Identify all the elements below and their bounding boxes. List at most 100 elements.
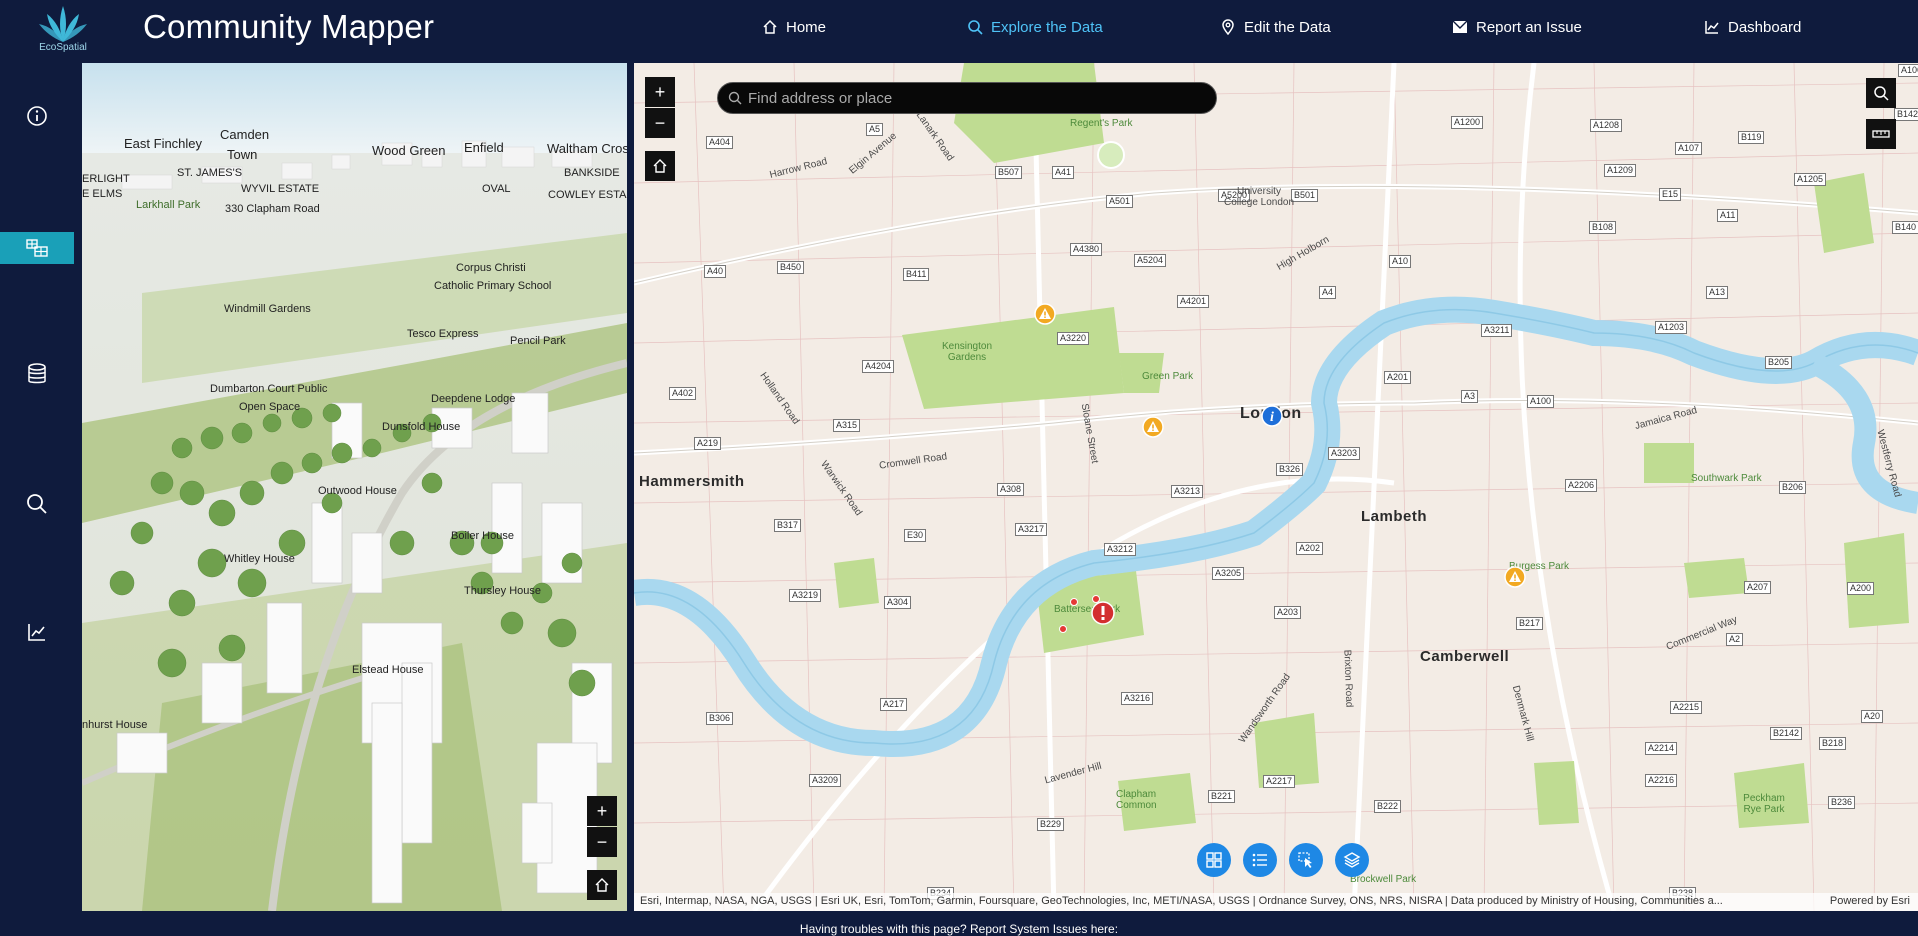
dot-marker-icon[interactable]: [1069, 597, 1079, 607]
legend-button[interactable]: [1243, 843, 1277, 877]
map-search-toggle-button[interactable]: [1866, 78, 1896, 108]
chart-line-icon: [28, 624, 45, 641]
nav-edit[interactable]: Edit the Data: [1220, 0, 1331, 54]
road-shield: A219: [694, 437, 722, 450]
app-title: Community Mapper: [143, 8, 435, 45]
road-shield: B450: [777, 261, 805, 274]
road-shield: B140: [1892, 221, 1918, 234]
scene-label: Open Space: [239, 401, 301, 413]
dot-marker-icon[interactable]: [1091, 594, 1101, 604]
road-shield: B108: [1589, 221, 1617, 234]
rail-data[interactable]: [0, 358, 74, 390]
rail-dashboard[interactable]: [0, 616, 74, 648]
scene-zoom-in-button[interactable]: +: [587, 796, 617, 826]
warning-marker-icon[interactable]: [1034, 303, 1056, 325]
warning-marker-icon[interactable]: [1504, 566, 1526, 588]
layer-list-button[interactable]: [1335, 843, 1369, 877]
road-shield: A4204: [862, 360, 895, 373]
road-shield: B222: [1374, 800, 1402, 813]
road-shield: A202: [1296, 542, 1324, 555]
attribution-text: Esri, Intermap, NASA, NGA, USGS | Esri U…: [640, 895, 1723, 907]
road-shield: B236: [1828, 796, 1856, 809]
powered-by-link[interactable]: Powered by Esri: [1830, 895, 1910, 907]
scene-view[interactable]: East Finchley Camden Town Wood Green Enf…: [82, 63, 627, 911]
scene-label: nhurst House: [82, 719, 148, 731]
map-search-input[interactable]: [748, 89, 1188, 107]
ruler-icon: [1872, 130, 1890, 138]
road-shield: A100: [1527, 395, 1555, 408]
nav-explore[interactable]: Explore the Data: [967, 0, 1103, 54]
road-shield: A5204: [1134, 254, 1167, 267]
map-home-button[interactable]: [645, 151, 675, 181]
nav-report-label: Report an Issue: [1476, 18, 1582, 36]
road-shield: A2206: [1565, 479, 1598, 492]
road-shield: A2: [1726, 633, 1744, 646]
road-shield: A2214: [1645, 742, 1678, 755]
scene-zoom-out-button[interactable]: −: [587, 827, 617, 857]
map-zoom-in-button[interactable]: +: [645, 77, 675, 107]
scene-label: OVAL: [482, 183, 511, 195]
nav-report[interactable]: Report an Issue: [1452, 0, 1582, 54]
nav-dashboard-label: Dashboard: [1728, 18, 1802, 36]
map-view[interactable]: A404 A5 A41 B507 A501 A5200 B501 A1200 A…: [634, 63, 1918, 911]
scene-label: ST. JAMES'S: [177, 167, 243, 179]
road-shield: A4380: [1070, 243, 1103, 256]
map-label-hammersmith: Hammersmith: [639, 473, 745, 490]
road-shield: A4201: [1177, 295, 1210, 308]
dot-marker-icon[interactable]: [1058, 624, 1068, 634]
road-shield: A3217: [1015, 523, 1048, 536]
rail-info[interactable]: [0, 100, 74, 132]
nav-explore-label: Explore the Data: [991, 18, 1103, 36]
map-measure-button[interactable]: [1866, 119, 1896, 149]
road-shield: A11: [1717, 209, 1739, 222]
scene-label: Enfield: [464, 140, 504, 155]
scene-label: Deepdene Lodge: [431, 393, 516, 405]
map-label-southwark-park: Southwark Park: [1691, 473, 1762, 484]
road-shield: A501: [1106, 195, 1134, 208]
road-shield: B205: [1765, 356, 1793, 369]
road-shield: B2142: [1770, 727, 1803, 740]
scene-label: BANKSIDE: [564, 167, 620, 179]
road-shield: A106: [1898, 64, 1918, 77]
scene-label: COWLEY ESTA: [548, 189, 627, 201]
rail-search[interactable]: [0, 488, 74, 520]
map-grid-icon: [26, 239, 48, 257]
road-shield: B306: [706, 712, 734, 725]
alert-marker-icon[interactable]: [1091, 601, 1115, 625]
road-shield: A107: [1675, 142, 1703, 155]
logo-text: EcoSpatial: [39, 42, 87, 53]
map-label-kensington-gardens: Kensington Gardens: [941, 341, 993, 363]
rail-maps[interactable]: [0, 232, 74, 264]
info-marker-icon[interactable]: i: [1261, 405, 1283, 427]
scene-label: Waltham Cros: [547, 141, 627, 156]
scene-home-button[interactable]: [587, 870, 617, 900]
road-shield: A1200: [1451, 116, 1484, 129]
map-label-street: Brixton Road: [1341, 649, 1355, 708]
logo[interactable]: EcoSpatial: [28, 4, 98, 58]
road-shield: A40: [704, 265, 727, 278]
scene-label: Windmill Gardens: [224, 303, 311, 315]
scene-label: 330 Clapham Road: [225, 203, 320, 215]
home-icon: [595, 878, 609, 892]
basemap-gallery-button[interactable]: [1197, 843, 1231, 877]
road-shield: A20: [1861, 710, 1884, 723]
scene-label: Boiler House: [451, 530, 514, 542]
map-zoom-out-button[interactable]: −: [645, 108, 675, 138]
road-shield: A200: [1847, 582, 1875, 595]
map-label-clapham-common: Clapham Common: [1116, 789, 1157, 811]
select-features-button[interactable]: [1289, 843, 1323, 877]
map-search-box[interactable]: [717, 82, 1217, 114]
road-shield: B221: [1208, 790, 1236, 803]
warning-marker-icon[interactable]: [1142, 416, 1164, 438]
search-icon: [968, 20, 983, 35]
nav-dashboard[interactable]: Dashboard: [1704, 0, 1801, 54]
map-label-peckham-rye-park: Peckham Rye Park: [1743, 793, 1785, 815]
road-shield: B229: [1037, 818, 1065, 831]
road-shield: E30: [904, 529, 927, 542]
road-shield: A2217: [1263, 775, 1296, 788]
scene-label: Corpus Christi: [456, 262, 526, 274]
road-shield: A2215: [1670, 701, 1703, 714]
road-shield: A41: [1052, 166, 1075, 179]
nav-home[interactable]: Home: [762, 0, 826, 54]
road-shield: A404: [706, 136, 734, 149]
